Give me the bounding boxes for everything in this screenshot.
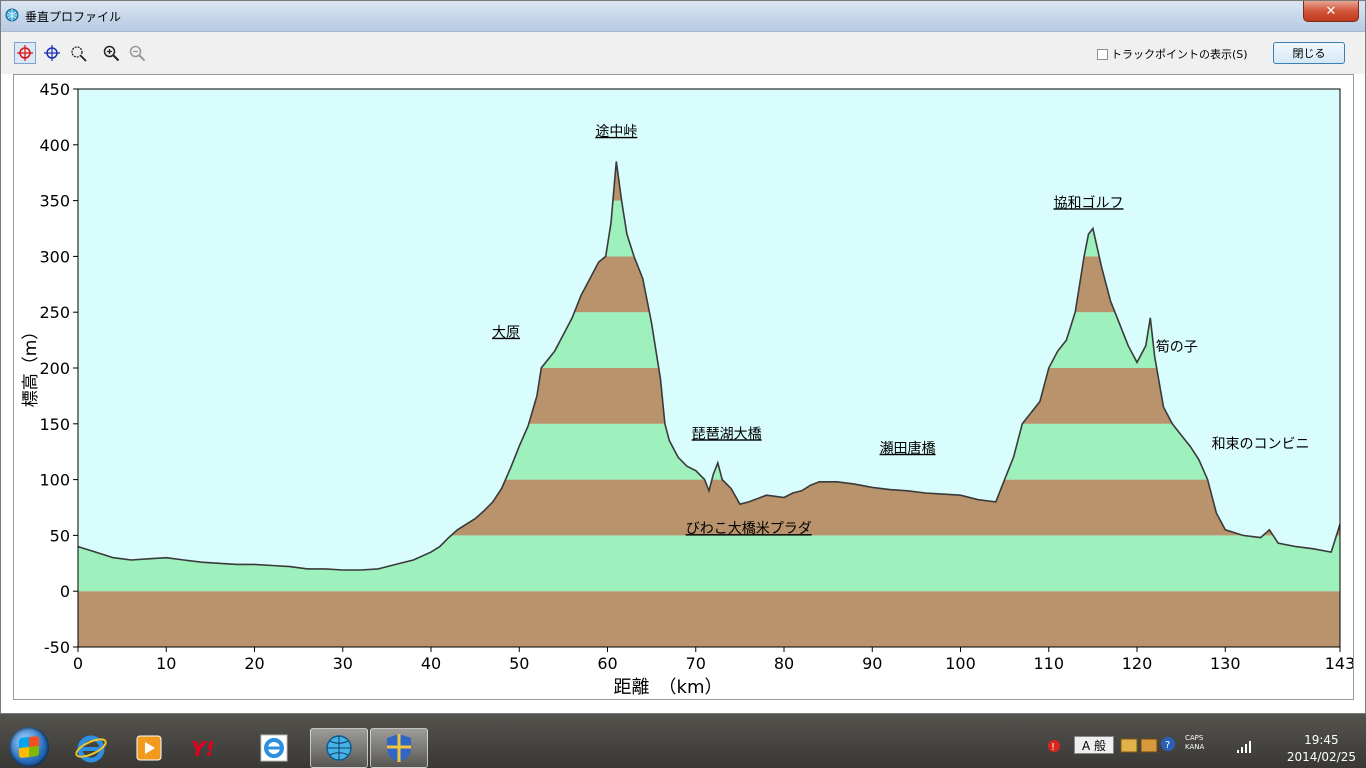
annotation-label: 協和ゴルフ [1053,194,1123,211]
x-tick-label: 20 [244,654,264,673]
help-icon[interactable]: ? [1160,736,1176,752]
y-tick-label: 400 [39,136,70,155]
annotation-label: 和束のコンビニ [1212,436,1310,452]
flag-icon[interactable]: ! [1046,738,1062,754]
x-tick-label: 90 [862,654,882,673]
kana-indicator: KANA [1185,743,1205,751]
zoom-in-icon[interactable] [100,42,122,64]
close-button[interactable]: 閉じる [1273,42,1345,64]
y-tick-label: 200 [39,359,70,378]
shield-icon [387,734,411,762]
annotation-label: 途中峠 [595,123,637,140]
media-icon [136,735,162,761]
elevation-profile-chart[interactable]: -500501001502002503003504004500 10 20 30 40 5… [14,75,1355,699]
x-axis-label: 距離 （km） [614,677,723,698]
annotation-label: びわこ大橋米プラダ [686,521,812,537]
system-tray: ! A 般 ? CAPS KANA 19:45 2014/02/25 [1040,714,1366,768]
caps-indicator: CAPS [1185,734,1204,742]
ie-icon [75,735,107,763]
annotation-label: 筍の子 [1156,338,1198,355]
yahoo-icon: Y! [191,737,215,761]
elevation-band [78,591,1340,647]
taskbar: Y! ! A 般 ? CAPS KANA 19:45 2014/02/25 [0,714,1366,768]
ime-indicator[interactable]: A 般 [1074,736,1114,754]
y-tick-label: 100 [39,471,70,490]
x-tick-label: 50 [509,654,529,673]
y-tick-label: 300 [39,247,70,266]
ime-dict-icon[interactable] [1140,736,1158,754]
annotation-label: 大原 [492,325,520,341]
zoom-out-icon[interactable] [126,42,148,64]
zoom-area-icon[interactable] [67,42,89,64]
x-tick-label: 80 [774,654,794,673]
y-tick-label: 450 [39,80,70,99]
y-tick-label: 150 [39,415,70,434]
taskbar-ie2-button[interactable] [246,728,304,768]
clock-time: 19:45 [1304,733,1339,747]
clock[interactable]: 19:45 2014/02/25 [1287,732,1356,766]
track-points-label: トラックポイントの表示(S) [1111,48,1248,61]
vertical-profile-window: 垂直プロファイル ✕ トラックポイントの表示(S) 閉じる -50 0 50 1… [0,0,1366,714]
svg-text:?: ? [1165,740,1170,751]
crosshair-blue-icon[interactable] [41,42,63,64]
ime-tool-icon[interactable] [1120,736,1138,754]
chart-frame: -50 0 50 100 150 200 250 300 350 400 450 0 10 20 30 40 5… [13,74,1355,700]
window-close-button[interactable]: ✕ [1303,1,1359,22]
y-axis-label: 標高（m） [21,323,41,408]
annotation-label: 琵琶湖大橋 [692,426,762,442]
annotation-label: 瀬田唐橋 [880,440,936,457]
window-title: 垂直プロファイル [25,10,122,24]
x-tick-label: 0 [73,654,83,673]
x-tick-label: 30 [333,654,353,673]
close-icon: ✕ [1325,3,1337,19]
x-tick-label: 120 [1122,654,1153,673]
app-icon [5,8,19,22]
svg-text:!: ! [1051,742,1055,753]
taskbar-profile-app-button[interactable] [310,728,368,768]
track-points-checkbox[interactable]: トラックポイントの表示(S) [1097,46,1248,62]
x-tick-label: 40 [421,654,441,673]
taskbar-ie-button[interactable] [62,728,120,768]
y-tick-label: 0 [60,582,70,601]
toolbar: トラックポイントの表示(S) 閉じる [1,32,1365,74]
y-tick-label: 50 [50,526,70,545]
x-tick-label: 143 [1325,654,1353,673]
signal-icon[interactable] [1236,740,1252,754]
taskbar-yahoo-button[interactable]: Y! [180,728,238,768]
ie-icon-2 [260,734,288,762]
x-tick-label: 60 [597,654,617,673]
taskbar-security-button[interactable] [370,728,428,768]
start-button[interactable] [2,726,56,768]
crosshair-red-icon[interactable] [14,42,36,64]
x-tick-label: 110 [1033,654,1064,673]
clock-date: 2014/02/25 [1286,750,1356,764]
windows-logo-icon [9,727,49,767]
taskbar-media-button[interactable] [120,728,178,768]
y-tick-label: 350 [39,192,70,211]
globe-icon [326,735,352,761]
title-bar[interactable]: 垂直プロファイル ✕ [1,1,1365,32]
y-tick-label: -50 [44,638,70,657]
x-tick-label: 10 [156,654,176,673]
svg-text:Y!: Y! [191,737,215,761]
x-tick-label: 100 [945,654,976,673]
x-tick-label: 130 [1210,654,1241,673]
y-tick-label: 250 [39,303,70,322]
checkbox-box[interactable] [1097,48,1108,60]
x-tick-label: 70 [686,654,706,673]
